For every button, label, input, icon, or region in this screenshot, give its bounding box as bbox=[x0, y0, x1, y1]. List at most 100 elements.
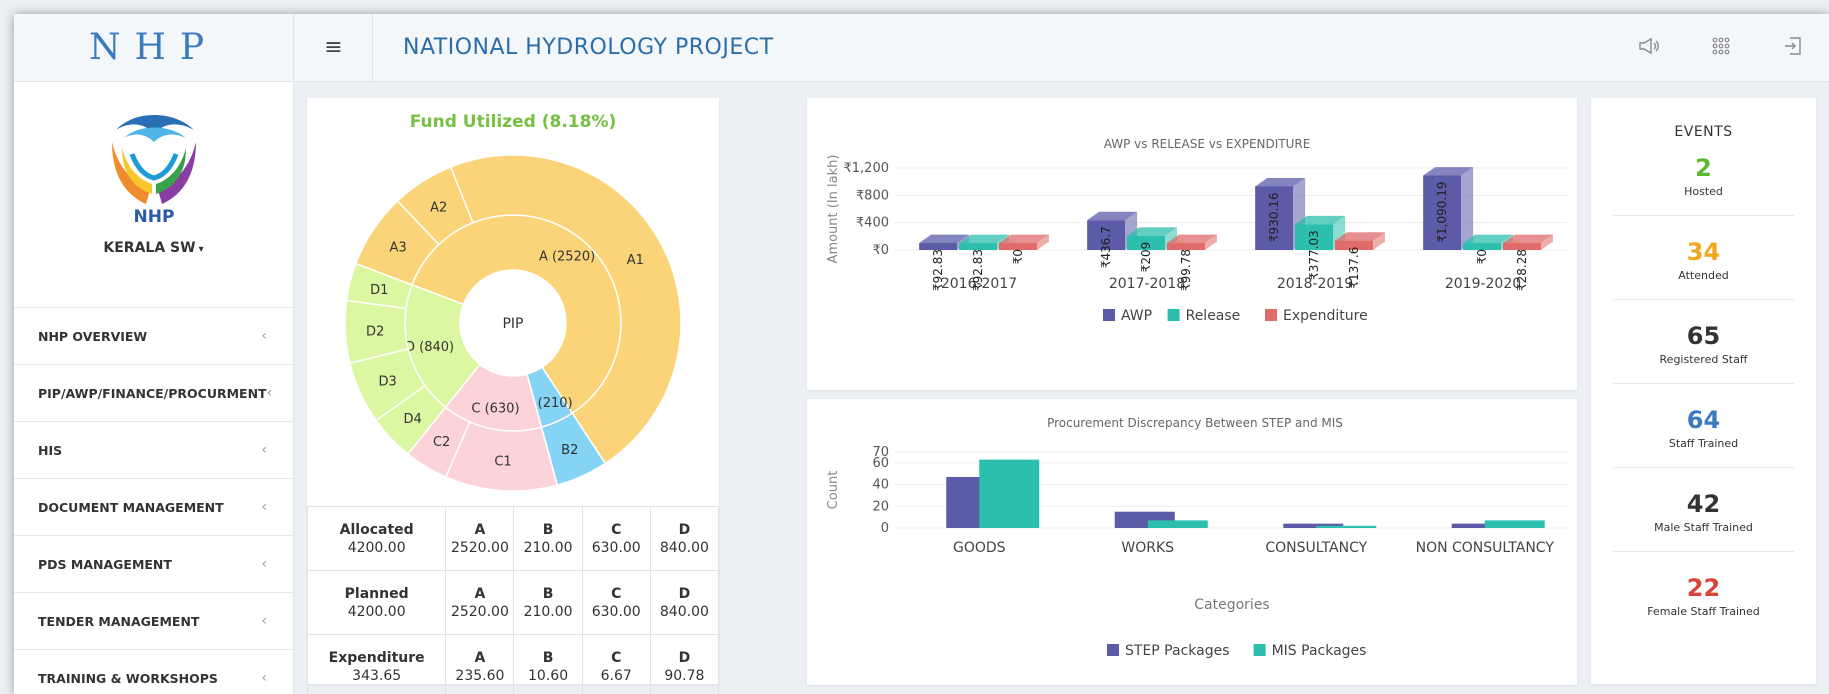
megaphone-icon[interactable] bbox=[1613, 37, 1685, 60]
bar-data-label: ₹92.83 bbox=[971, 249, 985, 291]
y-tick-label: 0 bbox=[881, 521, 889, 536]
legend-label[interactable]: Expenditure bbox=[1283, 308, 1368, 324]
x-axis-label: Categories bbox=[1194, 597, 1269, 613]
sunburst-outer-label: C1 bbox=[494, 455, 511, 470]
fund-table-cell: Allocated 4200.00 bbox=[306, 506, 447, 571]
fund-utilized-title: Fund Utilized (8.18%) bbox=[409, 112, 617, 132]
chevron-left-icon: ‹ bbox=[261, 613, 267, 629]
bar-data-label: ₹0 bbox=[1475, 249, 1489, 264]
fund-cell-label: C bbox=[611, 649, 622, 666]
bar-expenditure[interactable] bbox=[1502, 243, 1541, 250]
bar-expenditure[interactable] bbox=[998, 243, 1037, 250]
bar-mis-packages[interactable] bbox=[979, 459, 1040, 528]
legend-label[interactable]: MIS Packages bbox=[1272, 643, 1367, 659]
fund-table-cell: A 2520.00 bbox=[445, 570, 515, 635]
event-stat-value: 22 bbox=[1686, 574, 1721, 602]
hamburger-menu-icon[interactable]: ≡ bbox=[295, 14, 373, 82]
sunburst-outer-label: B2 bbox=[561, 443, 578, 458]
event-stat: 34 Attended bbox=[1613, 230, 1794, 300]
fund-cell-label: A bbox=[474, 649, 486, 666]
sidebar-item-label: HIS bbox=[38, 442, 63, 458]
event-stat-label: Hosted bbox=[1684, 185, 1723, 198]
brand-logo[interactable]: NHP bbox=[14, 14, 293, 82]
fund-cell-label: B bbox=[542, 585, 554, 602]
chevron-left-icon: ‹ bbox=[261, 556, 267, 572]
event-stat-value: 65 bbox=[1686, 322, 1721, 350]
chevron-left-icon: ‹ bbox=[261, 499, 267, 515]
org-selector[interactable]: KERALA SW ▾ bbox=[103, 240, 203, 256]
sunburst-inner-label: D (840) bbox=[405, 340, 454, 355]
legend-label[interactable]: Release bbox=[1186, 308, 1241, 324]
top-header: ≡ NATIONAL HYDROLOGY PROJECT bbox=[295, 14, 1829, 82]
fund-table-cell: Expenditure 343.65 bbox=[306, 634, 447, 694]
fund-cell-label: D bbox=[678, 521, 691, 538]
fund-cell-label: B bbox=[542, 521, 554, 538]
legend-swatch bbox=[1253, 644, 1266, 656]
sidebar-item-pds-management[interactable]: PDS MANAGEMENT ‹ bbox=[14, 536, 293, 593]
awp-release-expenditure-panel: AWP vs RELEASE vs EXPENDITURE Amount (In … bbox=[807, 98, 1577, 390]
chart-title: AWP vs RELEASE vs EXPENDITURE bbox=[1104, 137, 1311, 151]
fund-cell-value: 4200.00 bbox=[347, 603, 406, 620]
sidebar-item-label: NHP OVERVIEW bbox=[38, 328, 148, 344]
legend-swatch bbox=[1103, 309, 1115, 321]
legend-label[interactable]: AWP bbox=[1121, 308, 1152, 324]
fund-table-cell: D 840.00 bbox=[649, 506, 720, 571]
chevron-left-icon: ‹ bbox=[266, 385, 273, 401]
sunburst-outer-label: D4 bbox=[404, 412, 422, 427]
fund-cell-value: 630.00 bbox=[591, 539, 641, 556]
bar-data-label: ₹1,090.19 bbox=[1435, 182, 1449, 243]
sunburst-outer-label: C2 bbox=[433, 435, 450, 450]
logout-icon[interactable] bbox=[1757, 36, 1829, 61]
fund-cell-value: 2520.00 bbox=[450, 539, 509, 556]
event-stat-value: 64 bbox=[1686, 406, 1721, 434]
bar-mis-packages[interactable] bbox=[1316, 525, 1377, 528]
fund-cell-value: 90.78 bbox=[664, 667, 705, 684]
event-stat: 22 Female Staff Trained bbox=[1613, 566, 1794, 636]
sunburst-outer-label: A1 bbox=[627, 253, 644, 268]
event-stat-label: Male Staff Trained bbox=[1654, 521, 1753, 534]
x-tick-label: NON CONSULTANCY bbox=[1416, 540, 1555, 556]
sunburst-outer-label: D3 bbox=[378, 375, 396, 390]
fund-cell-label: A bbox=[474, 585, 486, 602]
app-window: NHP NHP KERALA SW ▾ NHP OVERVIEW ‹ PIP/AW… bbox=[14, 14, 1829, 694]
fund-utilized-panel: Fund Utilized (8.18%) A (2520) A3 A2 A1 B (2… bbox=[306, 98, 720, 694]
bar-release[interactable] bbox=[1463, 243, 1502, 250]
sidebar-item-nhp-overview[interactable]: NHP OVERVIEW ‹ bbox=[14, 308, 293, 365]
x-tick-label: GOODS bbox=[953, 540, 1006, 556]
sidebar-item-label: PDS MANAGEMENT bbox=[38, 556, 172, 572]
fund-cell-value: 10.60 bbox=[528, 667, 569, 684]
fund-cell-label: C bbox=[611, 521, 622, 538]
bar-data-label: ₹28.28 bbox=[1515, 249, 1529, 291]
org-name: KERALA SW bbox=[103, 240, 196, 256]
apps-grid-icon[interactable] bbox=[1685, 36, 1757, 61]
page-title: NATIONAL HYDROLOGY PROJECT bbox=[403, 35, 774, 60]
nhp-logo-text: NHP bbox=[133, 207, 174, 227]
sunburst-inner-label: C (630) bbox=[471, 402, 519, 417]
sidebar-item-training-workshops[interactable]: TRAINING & WORKSHOPS ‹ bbox=[14, 650, 293, 694]
sidebar-item-his[interactable]: HIS ‹ bbox=[14, 422, 293, 479]
bar-expenditure[interactable] bbox=[1166, 243, 1205, 250]
fund-table-cell: C 630.00 bbox=[581, 570, 651, 635]
sidebar-item-document-management[interactable]: DOCUMENT MANAGEMENT ‹ bbox=[14, 479, 293, 536]
y-tick-label: ₹800 bbox=[856, 188, 889, 203]
fund-table-cell: C 630.00 bbox=[581, 506, 651, 571]
bar-data-label: ₹436.7 bbox=[1099, 226, 1113, 268]
legend-label[interactable]: STEP Packages bbox=[1125, 643, 1230, 659]
sidebar-item-tender-management[interactable]: TENDER MANAGEMENT ‹ bbox=[14, 593, 293, 650]
x-tick-label: 2017-2018 bbox=[1109, 276, 1185, 292]
bar-mis-packages[interactable] bbox=[1147, 520, 1208, 528]
fund-cell-label: D bbox=[678, 649, 691, 666]
fund-table-cell: D 90.78 bbox=[649, 634, 720, 694]
sidebar-item-label: DOCUMENT MANAGEMENT bbox=[38, 499, 224, 515]
fund-table-cell: B 210.00 bbox=[513, 570, 583, 635]
sunburst-outer-label: A3 bbox=[390, 241, 407, 256]
sidebar-item-pip-awp[interactable]: PIP/AWP/FINANCE/PROCURMENT ‹ bbox=[14, 365, 293, 422]
bar-release[interactable] bbox=[959, 243, 998, 250]
fund-cell-value: 840.00 bbox=[659, 539, 709, 556]
x-tick-label: CONSULTANCY bbox=[1265, 540, 1367, 556]
fund-cell-value: 630.00 bbox=[591, 603, 641, 620]
x-tick-label: WORKS bbox=[1121, 540, 1174, 556]
bar-awp[interactable] bbox=[919, 243, 958, 250]
fund-cell-label: B bbox=[542, 649, 554, 666]
bar-mis-packages[interactable] bbox=[1484, 520, 1545, 528]
